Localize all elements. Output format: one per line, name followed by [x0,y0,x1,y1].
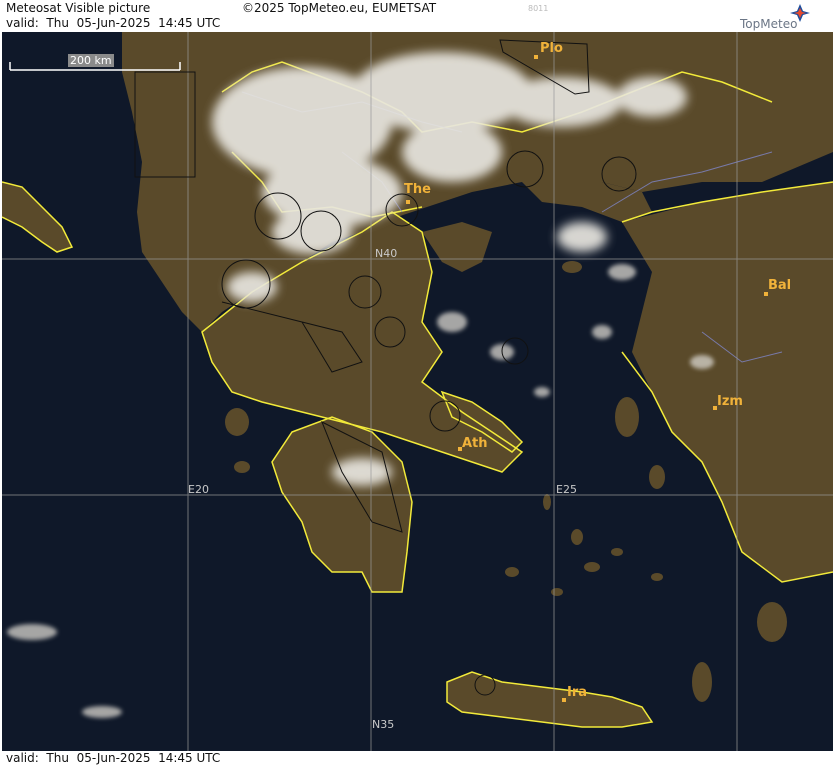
lon-label-e25: E25 [556,483,577,496]
city-the[interactable]: The [404,182,431,197]
satellite-map[interactable]: 200 km N40 E20 E25 N35 Plo The Bal Izm A… [2,32,833,751]
lat-label-n40: N40 [375,247,398,260]
satellite-image [2,32,833,751]
city-plo[interactable]: Plo [540,41,563,56]
copyright: ©2025 TopMeteo.eu, EUMETSAT [242,1,437,15]
header: Meteosat Visible picture valid: Thu 05-J… [0,0,835,32]
city-izm[interactable]: Izm [717,394,743,409]
city-bal[interactable]: Bal [768,278,791,293]
city-ira[interactable]: Ira [567,685,587,700]
lat-label-n35: N35 [372,718,395,731]
image-code: 8011 [528,4,549,13]
city-dot-ira [562,698,566,702]
city-dot-the [406,200,410,204]
logo-text: TopMeteo [740,17,798,31]
footer: valid: Thu 05-Jun-2025 14:45 UTC [0,751,835,765]
city-ath[interactable]: Ath [462,436,488,451]
city-dot-plo [534,55,538,59]
footer-valid-time: valid: Thu 05-Jun-2025 14:45 UTC [6,751,221,765]
title: Meteosat Visible picture [6,1,151,15]
lon-label-e20: E20 [188,483,209,496]
scale-label: 200 km [68,54,114,67]
topmeteo-logo[interactable]: TopMeteo [738,2,830,32]
valid-time: valid: Thu 05-Jun-2025 14:45 UTC [6,16,221,30]
